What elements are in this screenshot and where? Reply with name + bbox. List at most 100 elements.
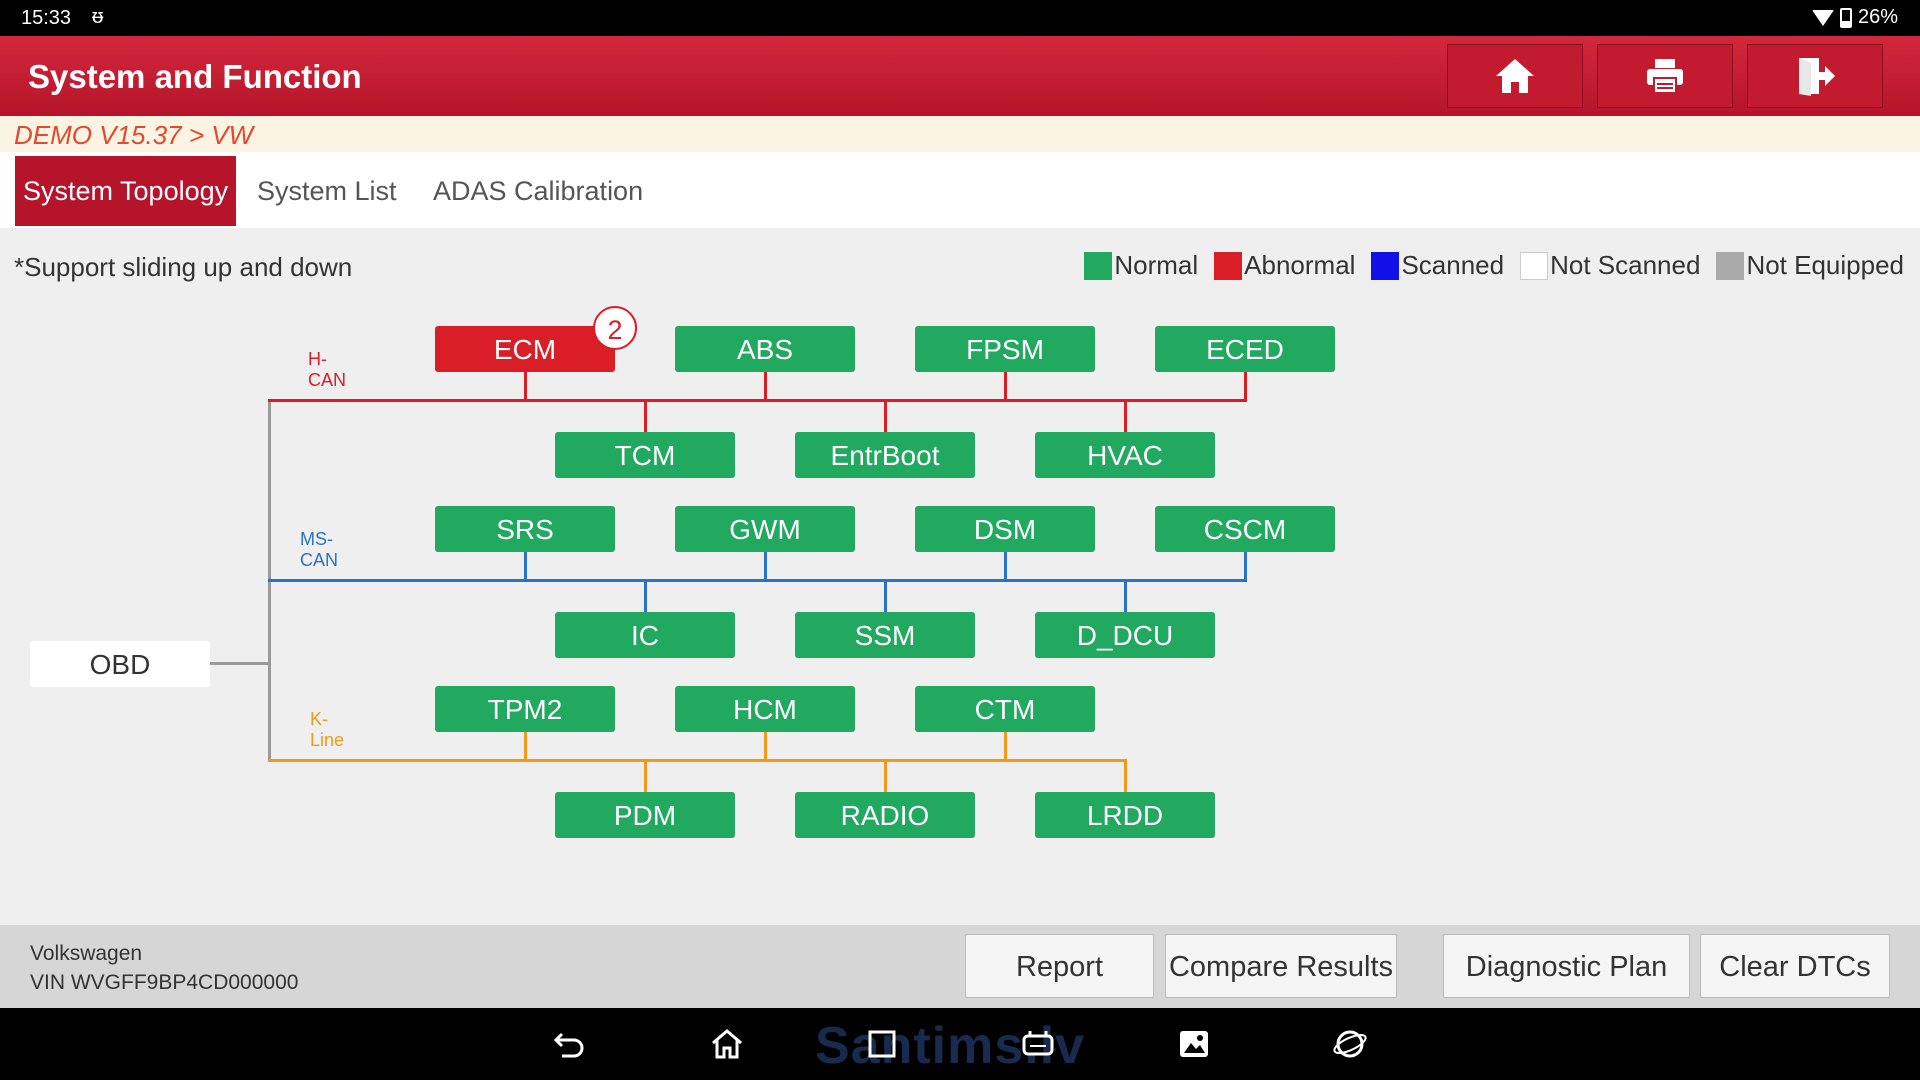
module-srs[interactable]: SRS	[435, 506, 615, 552]
page-title: System and Function	[28, 58, 362, 95]
home-button[interactable]	[1447, 44, 1583, 108]
gallery-icon[interactable]	[1176, 1026, 1212, 1062]
obd-node: OBD	[30, 641, 210, 687]
support-hint: *Support sliding up and down	[14, 252, 353, 282]
module-pdm[interactable]: PDM	[555, 792, 735, 838]
kline-drop	[644, 760, 647, 792]
tab-system-topology[interactable]: System Topology	[15, 156, 237, 226]
legend-label: Not Scanned	[1550, 250, 1701, 280]
tab-adas-calibration[interactable]: ADAS Calibration	[425, 156, 651, 226]
hcan-bus-line	[268, 399, 1247, 402]
mscan-drop	[1004, 552, 1007, 580]
vehicle-make: Volkswagen	[30, 942, 143, 965]
module-tpm2[interactable]: TPM2	[435, 686, 615, 732]
kline-drop	[764, 732, 767, 760]
kline-drop	[1004, 732, 1007, 760]
back-icon[interactable]	[552, 1026, 588, 1062]
kline-bus-line	[268, 759, 1127, 762]
module-d-dcu[interactable]: D_DCU	[1035, 612, 1215, 658]
kline-drop	[524, 732, 527, 760]
legend-label: Not Equipped	[1746, 250, 1904, 280]
vci-icon[interactable]	[1020, 1026, 1056, 1062]
legend-abnormal: Abnormal	[1214, 250, 1355, 281]
legend-normal: Normal	[1084, 250, 1198, 281]
exit-icon	[1799, 58, 1835, 96]
wifi-icon	[1811, 9, 1834, 26]
clear-dtcs-button[interactable]: Clear DTCs	[1700, 934, 1890, 998]
exit-button[interactable]	[1747, 44, 1883, 108]
module-fpsm[interactable]: FPSM	[915, 326, 1095, 372]
hcan-label: H-CAN	[308, 349, 347, 390]
mscan-bus-line	[268, 579, 1247, 582]
breadcrumb: DEMO V15.37 > VW	[0, 116, 1920, 152]
module-lrdd[interactable]: LRDD	[1035, 792, 1215, 838]
hcan-drop	[644, 400, 647, 432]
module-gwm[interactable]: GWM	[675, 506, 855, 552]
report-button[interactable]: Report	[965, 934, 1154, 998]
kline-label: K-Line	[310, 709, 345, 750]
tab-system-list[interactable]: System List	[249, 156, 405, 226]
hcan-drop	[764, 372, 767, 400]
hcan-drop	[1124, 400, 1127, 432]
breadcrumb-text: DEMO V15.37 > VW	[14, 120, 254, 150]
battery-icon	[1839, 7, 1852, 28]
mscan-drop	[884, 580, 887, 612]
diagnostic-plan-button[interactable]: Diagnostic Plan	[1443, 934, 1690, 998]
module-hcm[interactable]: HCM	[675, 686, 855, 732]
module-ssm[interactable]: SSM	[795, 612, 975, 658]
module-abs[interactable]: ABS	[675, 326, 855, 372]
mscan-label: MS-CAN	[300, 529, 339, 570]
status-bar: 15:33 ᵿ 26%	[0, 0, 1920, 36]
compare-results-button[interactable]: Compare Results	[1165, 934, 1397, 998]
tab-bar: System Topology System List ADAS Calibra…	[0, 152, 1920, 228]
obd-connector-line	[210, 662, 270, 665]
battery-level: 26%	[1857, 6, 1898, 28]
hcan-drop	[1004, 372, 1007, 400]
legend-label: Normal	[1114, 250, 1199, 280]
kline-drop	[884, 760, 887, 792]
legend-swatch-not-scanned	[1520, 251, 1549, 280]
legend-swatch-abnormal	[1214, 251, 1243, 280]
hcan-drop	[1244, 372, 1247, 400]
module-ecm[interactable]: ECM	[435, 326, 615, 372]
dtc-count-badge: 2	[593, 306, 637, 350]
legend: Normal Abnormal Scanned Not Scanned Not …	[1068, 250, 1904, 281]
home-icon	[1496, 59, 1534, 93]
kline-drop	[1124, 760, 1127, 792]
vehicle-vin: VIN WVGFF9BP4CD000000	[30, 971, 299, 994]
usb-debug-icon: ᵿ	[92, 6, 104, 28]
legend-not-scanned: Not Scanned	[1520, 250, 1700, 281]
module-tcm[interactable]: TCM	[555, 432, 735, 478]
module-hvac[interactable]: HVAC	[1035, 432, 1215, 478]
mscan-drop	[524, 552, 527, 580]
app-header: System and Function	[0, 36, 1920, 116]
legend-label: Scanned	[1401, 250, 1505, 280]
navigation-bar: Santims.lv	[0, 1008, 1920, 1080]
module-ctm[interactable]: CTM	[915, 686, 1095, 732]
printer-icon	[1647, 59, 1683, 94]
mscan-drop	[1124, 580, 1127, 612]
hcan-drop	[884, 400, 887, 432]
module-eced[interactable]: ECED	[1155, 326, 1335, 372]
module-entrboot[interactable]: EntrBoot	[795, 432, 975, 478]
legend-not-equipped: Not Equipped	[1716, 250, 1904, 281]
home-nav-icon[interactable]	[709, 1026, 745, 1062]
legend-swatch-not-equipped	[1716, 251, 1745, 280]
module-cscm[interactable]: CSCM	[1155, 506, 1335, 552]
print-button[interactable]	[1597, 44, 1733, 108]
recents-icon[interactable]	[864, 1026, 900, 1062]
module-radio[interactable]: RADIO	[795, 792, 975, 838]
legend-scanned: Scanned	[1371, 250, 1504, 281]
mscan-drop	[644, 580, 647, 612]
legend-swatch-scanned	[1371, 251, 1400, 280]
clock: 15:33	[21, 7, 72, 29]
hcan-drop	[524, 372, 527, 400]
legend-swatch-normal	[1084, 251, 1113, 280]
module-dsm[interactable]: DSM	[915, 506, 1095, 552]
browser-icon[interactable]	[1332, 1026, 1368, 1062]
module-ic[interactable]: IC	[555, 612, 735, 658]
footer-bar: Volkswagen VIN WVGFF9BP4CD000000 Report …	[0, 925, 1920, 1008]
legend-label: Abnormal	[1244, 250, 1356, 280]
mscan-drop	[1244, 552, 1247, 580]
mscan-drop	[764, 552, 767, 580]
